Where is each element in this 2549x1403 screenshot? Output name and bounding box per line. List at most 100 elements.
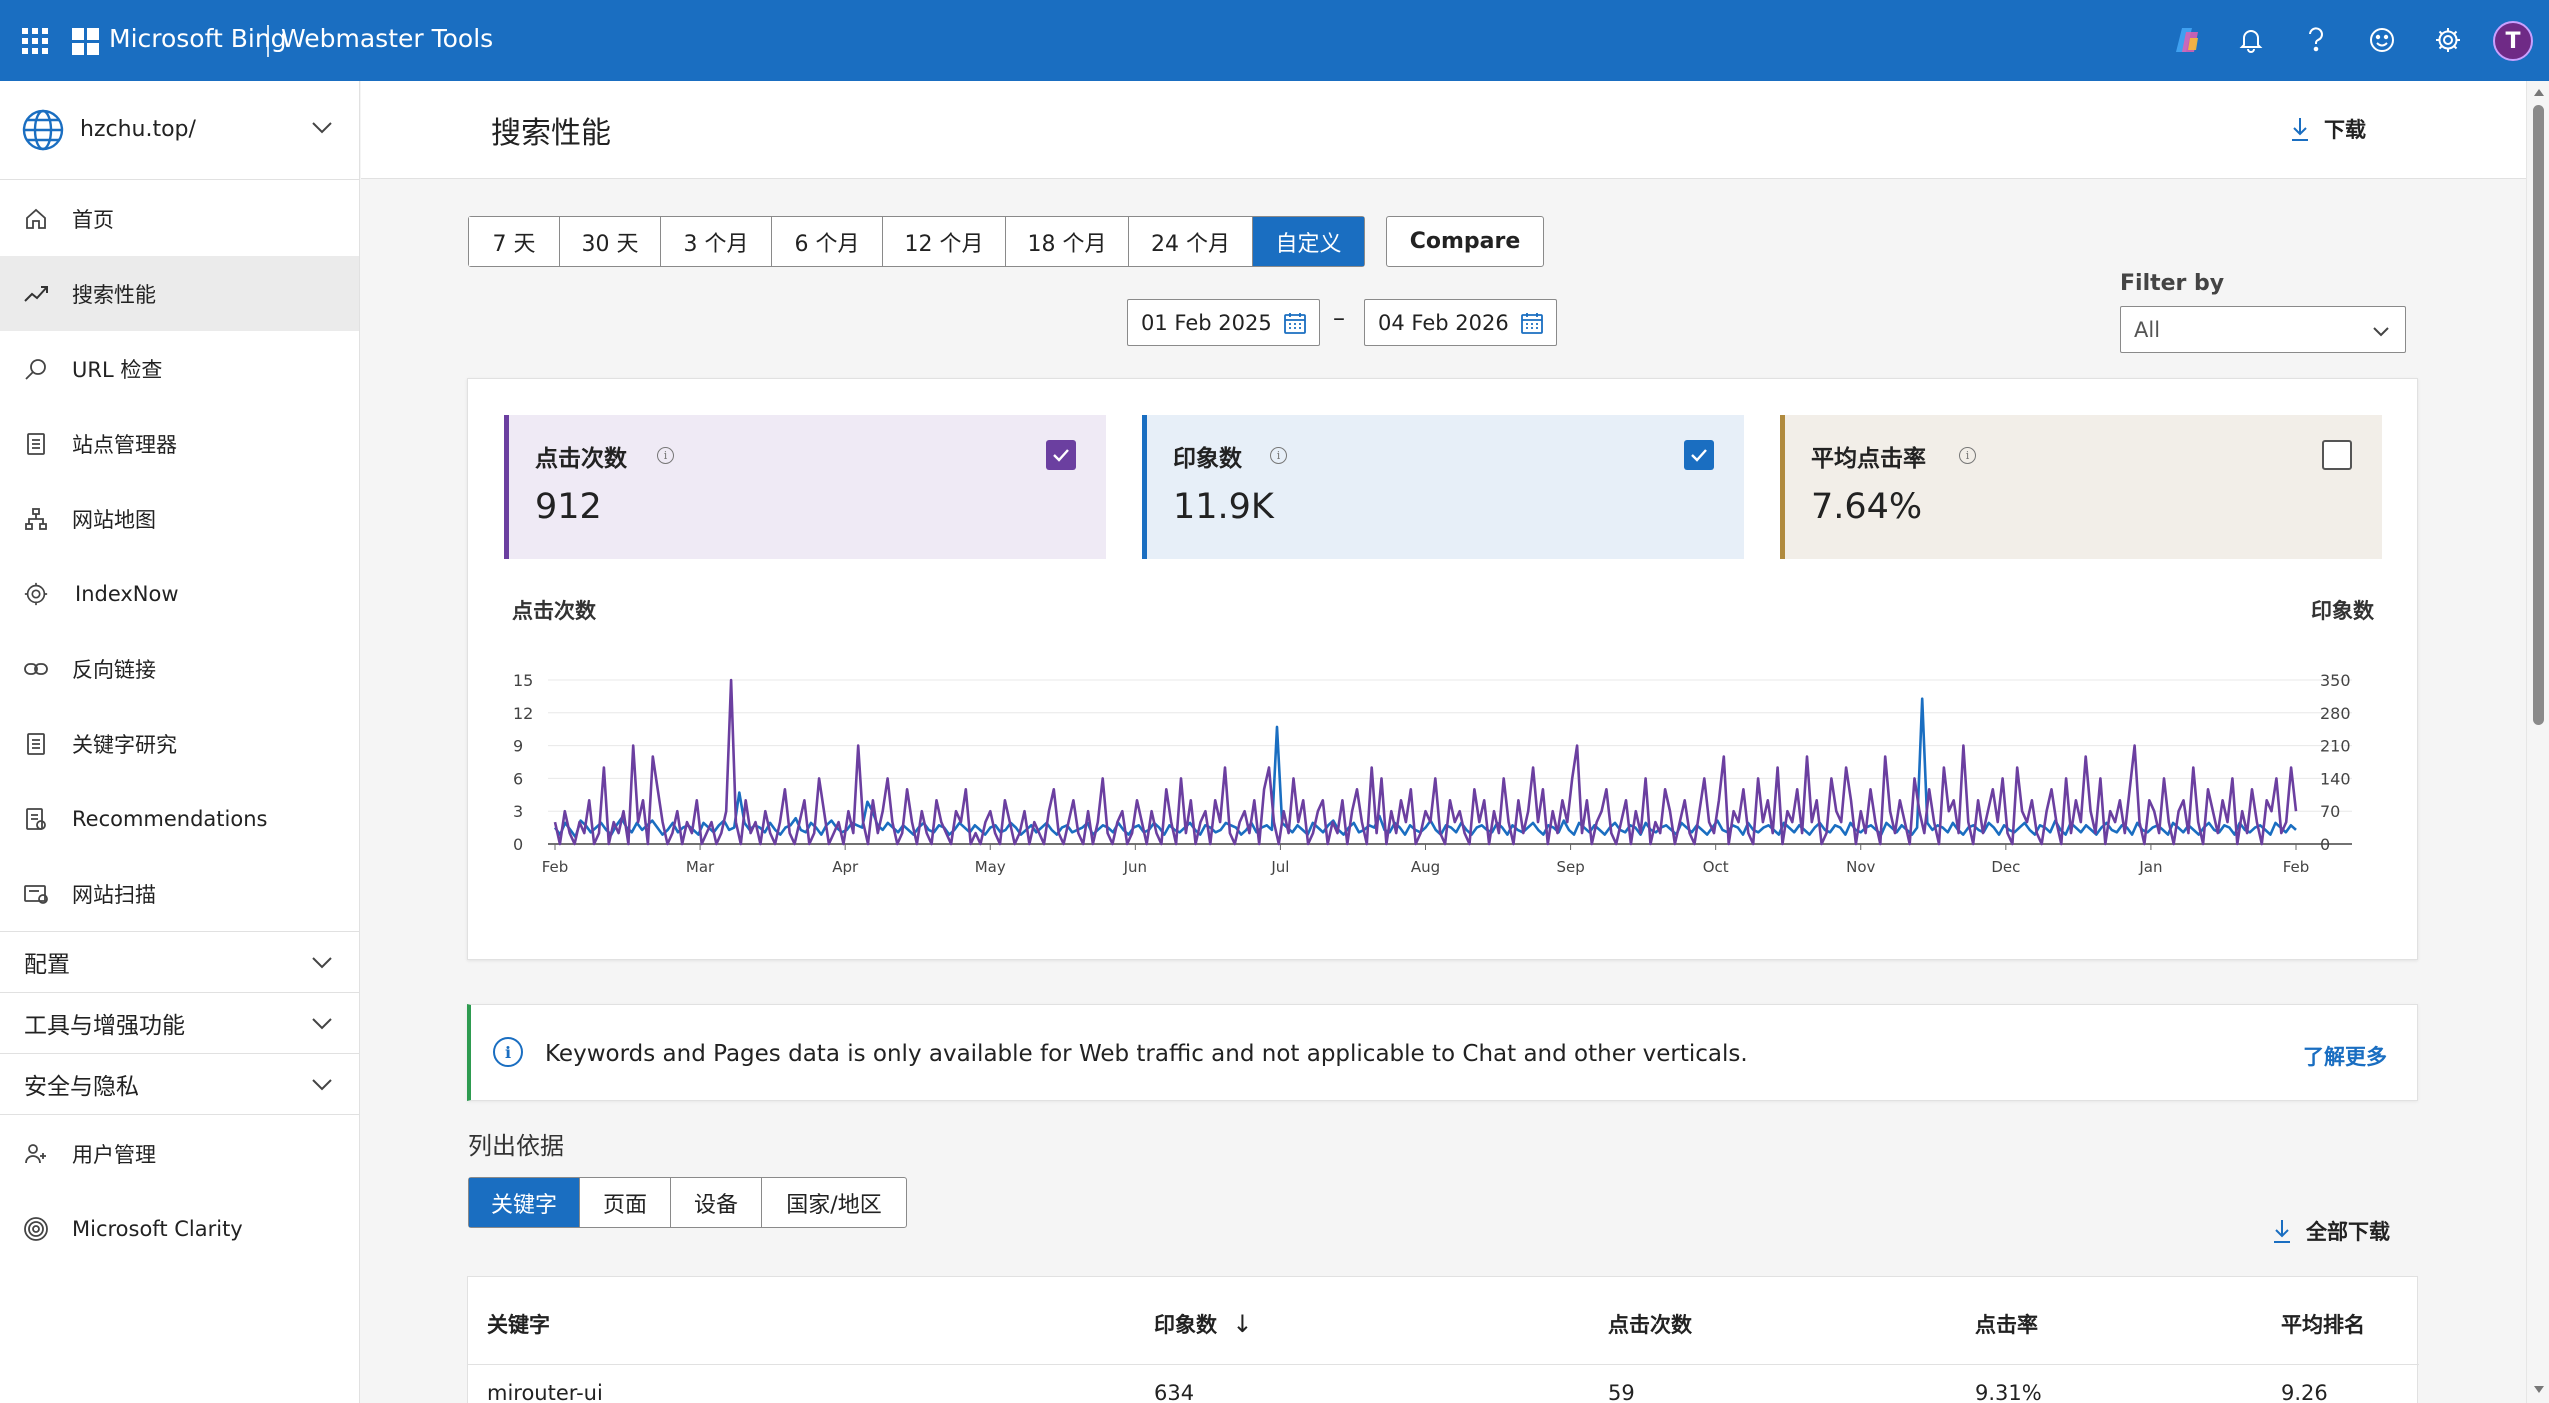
- scroll-up-arrow-icon[interactable]: [2534, 89, 2544, 96]
- date-to-field[interactable]: 04 Feb 2026: [1364, 299, 1557, 346]
- scroll-down-arrow-icon[interactable]: [2534, 1386, 2544, 1393]
- chevron-down-icon: [312, 1079, 332, 1091]
- download-all-button[interactable]: 全部下载: [2272, 1216, 2390, 1246]
- copilot-icon[interactable]: [2170, 22, 2206, 58]
- x-tick-label: Jul: [1270, 858, 1289, 876]
- users-icon: [22, 1140, 50, 1168]
- filter-value: All: [2134, 317, 2161, 342]
- brand-name[interactable]: Microsoft Bing: [109, 24, 287, 53]
- gear-icon: [22, 580, 50, 608]
- sidebar-group-label: 工具与增强功能: [24, 1013, 185, 1039]
- sidebar-item-sitemaps[interactable]: 网站地图: [0, 481, 359, 556]
- document-icon: [22, 730, 50, 758]
- range-3-months[interactable]: 3 个月: [661, 217, 772, 266]
- sidebar-item-label: URL 检查: [72, 357, 163, 382]
- range-custom[interactable]: 自定义: [1253, 217, 1364, 266]
- tab-devices[interactable]: 设备: [671, 1178, 762, 1227]
- sidebar-group-tools[interactable]: 工具与增强功能: [0, 992, 359, 1053]
- scan-icon: [22, 880, 50, 908]
- top-bar: Microsoft Bing Webmaster Tools T: [0, 0, 2549, 81]
- keywords-table: 关键字 印象数 ↓ 点击次数 点击率 平均排名 mirouter-ui 634 …: [467, 1276, 2419, 1403]
- date-from-field[interactable]: 01 Feb 2025: [1127, 299, 1320, 346]
- banner-keywords: Keywords: [545, 1041, 656, 1067]
- link-icon: [22, 655, 50, 683]
- cell-avg-position: 9.26: [2281, 1381, 2328, 1403]
- site-picker[interactable]: hzchu.top/: [0, 81, 359, 180]
- sidebar-item-recommendations[interactable]: Recommendations: [0, 781, 359, 856]
- sidebar-item-url-inspection[interactable]: URL 检查: [0, 331, 359, 406]
- right-tick-label: 140: [2320, 769, 2351, 788]
- sidebar-item-label: 网站扫描: [72, 882, 156, 907]
- x-tick-label: Dec: [1991, 858, 2020, 876]
- x-tick-label: Aug: [1411, 858, 1440, 876]
- product-name[interactable]: Webmaster Tools: [281, 24, 493, 53]
- bell-icon[interactable]: [2233, 22, 2269, 58]
- list-by-label: 列出依据: [468, 1132, 564, 1160]
- chevron-down-icon: [312, 1018, 332, 1030]
- help-icon[interactable]: [2298, 22, 2334, 58]
- sidebar-item-indexnow[interactable]: IndexNow: [0, 556, 359, 631]
- right-tick-label: 280: [2320, 704, 2351, 723]
- site-name: hzchu.top/: [80, 117, 196, 142]
- range-24-months[interactable]: 24 个月: [1129, 217, 1253, 266]
- range-7-days[interactable]: 7 天: [469, 217, 560, 266]
- compare-button[interactable]: Compare: [1386, 216, 1544, 267]
- sidebar-item-label: 站点管理器: [72, 432, 177, 457]
- filter-select[interactable]: All: [2120, 306, 2406, 353]
- chevron-down-icon: [2373, 327, 2389, 337]
- recommendations-icon: [22, 805, 50, 833]
- info-banner-text: Keywords and Pages data is only availabl…: [545, 1041, 1748, 1067]
- sidebar-item-backlinks[interactable]: 反向链接: [0, 631, 359, 706]
- sidebar-item-keyword-research[interactable]: 关键字研究: [0, 706, 359, 781]
- column-header-ctr[interactable]: 点击率: [1975, 1309, 2038, 1339]
- chevron-down-icon[interactable]: [310, 115, 334, 139]
- scroll-thumb[interactable]: [2533, 105, 2544, 725]
- document-icon: [22, 430, 50, 458]
- sidebar-group-label: 安全与隐私: [24, 1074, 139, 1100]
- info-icon: i: [493, 1037, 523, 1067]
- column-header-clicks[interactable]: 点击次数: [1608, 1309, 1692, 1339]
- home-icon: [22, 205, 50, 233]
- sitemap-icon: [22, 505, 50, 533]
- column-header-avg-position[interactable]: 平均排名: [2281, 1309, 2365, 1339]
- gear-icon[interactable]: [2430, 22, 2466, 58]
- feedback-icon[interactable]: [2364, 22, 2400, 58]
- sidebar-item-site-scan[interactable]: 网站扫描: [0, 856, 359, 931]
- calendar-icon[interactable]: [1283, 311, 1307, 335]
- sidebar-item-search-performance[interactable]: 搜索性能: [0, 256, 359, 331]
- download-all-label: 全部下载: [2306, 1220, 2390, 1244]
- tab-countries[interactable]: 国家/地区: [762, 1178, 906, 1227]
- info-banner: i Keywords and Pages data is only availa…: [467, 1004, 2418, 1101]
- scrollbar[interactable]: [2526, 81, 2549, 1403]
- sidebar-group-configuration[interactable]: 配置: [0, 931, 359, 992]
- sidebar-item-home[interactable]: 首页: [0, 181, 359, 256]
- sidebar-item-microsoft-clarity[interactable]: Microsoft Clarity: [0, 1191, 359, 1266]
- sort-arrow-icon: ↓: [1232, 1310, 1253, 1338]
- sidebar-item-site-explorer[interactable]: 站点管理器: [0, 406, 359, 481]
- range-30-days[interactable]: 30 天: [560, 217, 661, 266]
- cell-keyword[interactable]: mirouter-ui: [487, 1381, 603, 1403]
- range-18-months[interactable]: 18 个月: [1006, 217, 1129, 266]
- sidebar-group-label: 配置: [24, 952, 70, 978]
- column-header-keyword[interactable]: 关键字: [487, 1309, 550, 1339]
- tab-pages[interactable]: 页面: [580, 1178, 671, 1227]
- app-launcher-icon[interactable]: [22, 28, 48, 54]
- sidebar-item-user-management[interactable]: 用户管理: [0, 1116, 359, 1191]
- sidebar-group-security[interactable]: 安全与隐私: [0, 1053, 359, 1114]
- sidebar-item-label: IndexNow: [75, 581, 179, 606]
- sidebar-item-label: Microsoft Clarity: [72, 1216, 243, 1241]
- banner-web: Web: [1078, 1041, 1130, 1067]
- download-button[interactable]: 下载: [2290, 114, 2366, 144]
- performance-chart-card: 点击次数 i 912 印象数 i 11.9K 平均点击率 i 7.64% 点击次…: [467, 378, 2418, 960]
- calendar-icon[interactable]: [1520, 311, 1544, 335]
- column-header-impressions[interactable]: 印象数 ↓: [1154, 1309, 1252, 1339]
- range-6-months[interactable]: 6 个月: [772, 217, 883, 266]
- x-tick-label: Jan: [2138, 858, 2162, 876]
- tab-keywords[interactable]: 关键字: [469, 1178, 580, 1227]
- left-tick-label: 12: [513, 704, 533, 723]
- range-12-months[interactable]: 12 个月: [883, 217, 1006, 266]
- learn-more-link[interactable]: 了解更多: [2303, 1041, 2387, 1071]
- page-title: 搜索性能: [491, 116, 611, 151]
- globe-icon: [22, 109, 64, 151]
- avatar[interactable]: T: [2493, 21, 2533, 61]
